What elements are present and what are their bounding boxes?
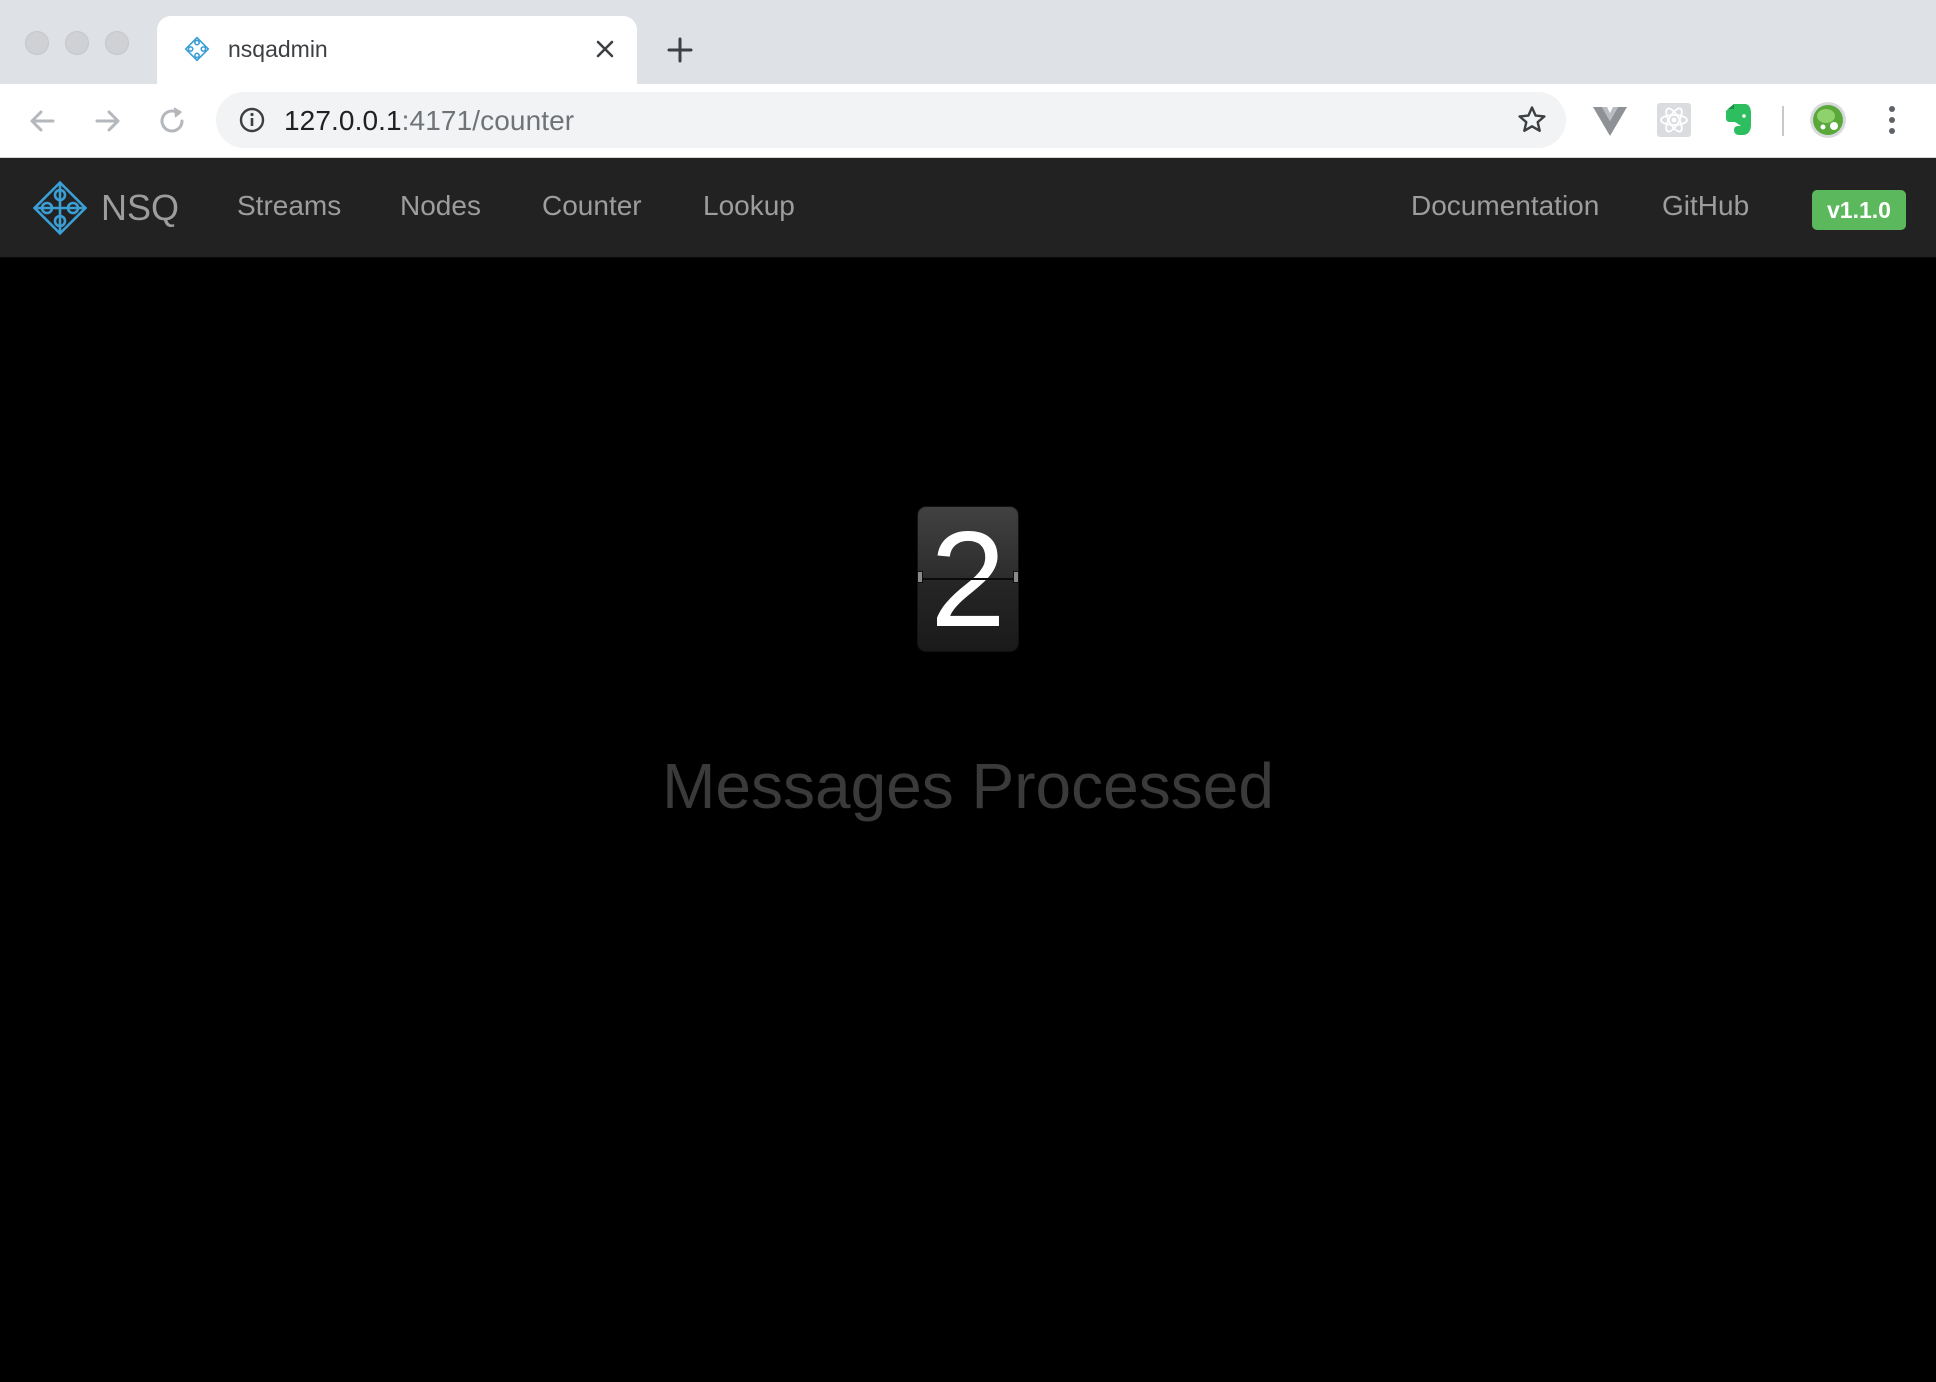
nav-documentation[interactable]: Documentation <box>1411 190 1599 222</box>
url-path: :4171/counter <box>401 105 575 136</box>
nav-nodes[interactable]: Nodes <box>400 190 481 222</box>
info-icon[interactable] <box>238 106 266 134</box>
nav-counter[interactable]: Counter <box>542 190 642 222</box>
star-icon[interactable] <box>1516 104 1548 136</box>
profile-avatar-icon[interactable] <box>1808 100 1848 140</box>
nsq-favicon-icon <box>184 36 210 62</box>
window-close-dot[interactable] <box>25 31 49 55</box>
nav-streams[interactable]: Streams <box>237 190 341 222</box>
counter-page: 2 Messages Processed <box>0 259 1936 1382</box>
brand-name: NSQ <box>101 187 180 228</box>
nav-github[interactable]: GitHub <box>1662 190 1749 222</box>
toolbar-separator <box>1782 106 1784 136</box>
evernote-icon[interactable] <box>1718 100 1758 140</box>
address-bar[interactable]: 127.0.0.1:4171/counter <box>216 92 1566 148</box>
kebab-menu-icon[interactable] <box>1872 100 1912 140</box>
version-badge: v1.1.0 <box>1812 190 1906 230</box>
nsq-logo-icon <box>32 180 88 236</box>
url-host: 127.0.0.1 <box>284 105 402 136</box>
browser-tab-strip: nsqadmin <box>0 0 1936 84</box>
nsq-navbar: NSQ Streams Nodes Counter Lookup Documen… <box>0 158 1936 258</box>
window-minimize-dot[interactable] <box>65 31 89 55</box>
tab-title: nsqadmin <box>228 36 328 62</box>
browser-tab-nsqadmin[interactable]: nsqadmin <box>157 16 637 84</box>
browser-toolbar: 127.0.0.1:4171/counter <box>0 84 1936 158</box>
close-icon[interactable] <box>589 33 621 65</box>
messages-processed-label: Messages Processed <box>662 750 1274 822</box>
plus-icon[interactable] <box>664 34 696 66</box>
flip-hinge-right <box>1013 571 1018 583</box>
nsq-brand[interactable]: NSQ <box>30 178 179 238</box>
back-arrow-icon[interactable] <box>24 102 62 140</box>
flip-hinge-left <box>918 571 923 583</box>
window-zoom-dot[interactable] <box>105 31 129 55</box>
vue-devtools-icon[interactable] <box>1590 100 1630 140</box>
react-devtools-icon[interactable] <box>1654 100 1694 140</box>
address-url[interactable]: 127.0.0.1:4171/counter <box>284 105 574 137</box>
forward-arrow-icon[interactable] <box>88 102 126 140</box>
reload-icon[interactable] <box>153 102 191 140</box>
nav-lookup[interactable]: Lookup <box>703 190 795 222</box>
flip-counter-digit: 2 <box>918 507 1018 651</box>
flip-split-line <box>918 578 1018 580</box>
